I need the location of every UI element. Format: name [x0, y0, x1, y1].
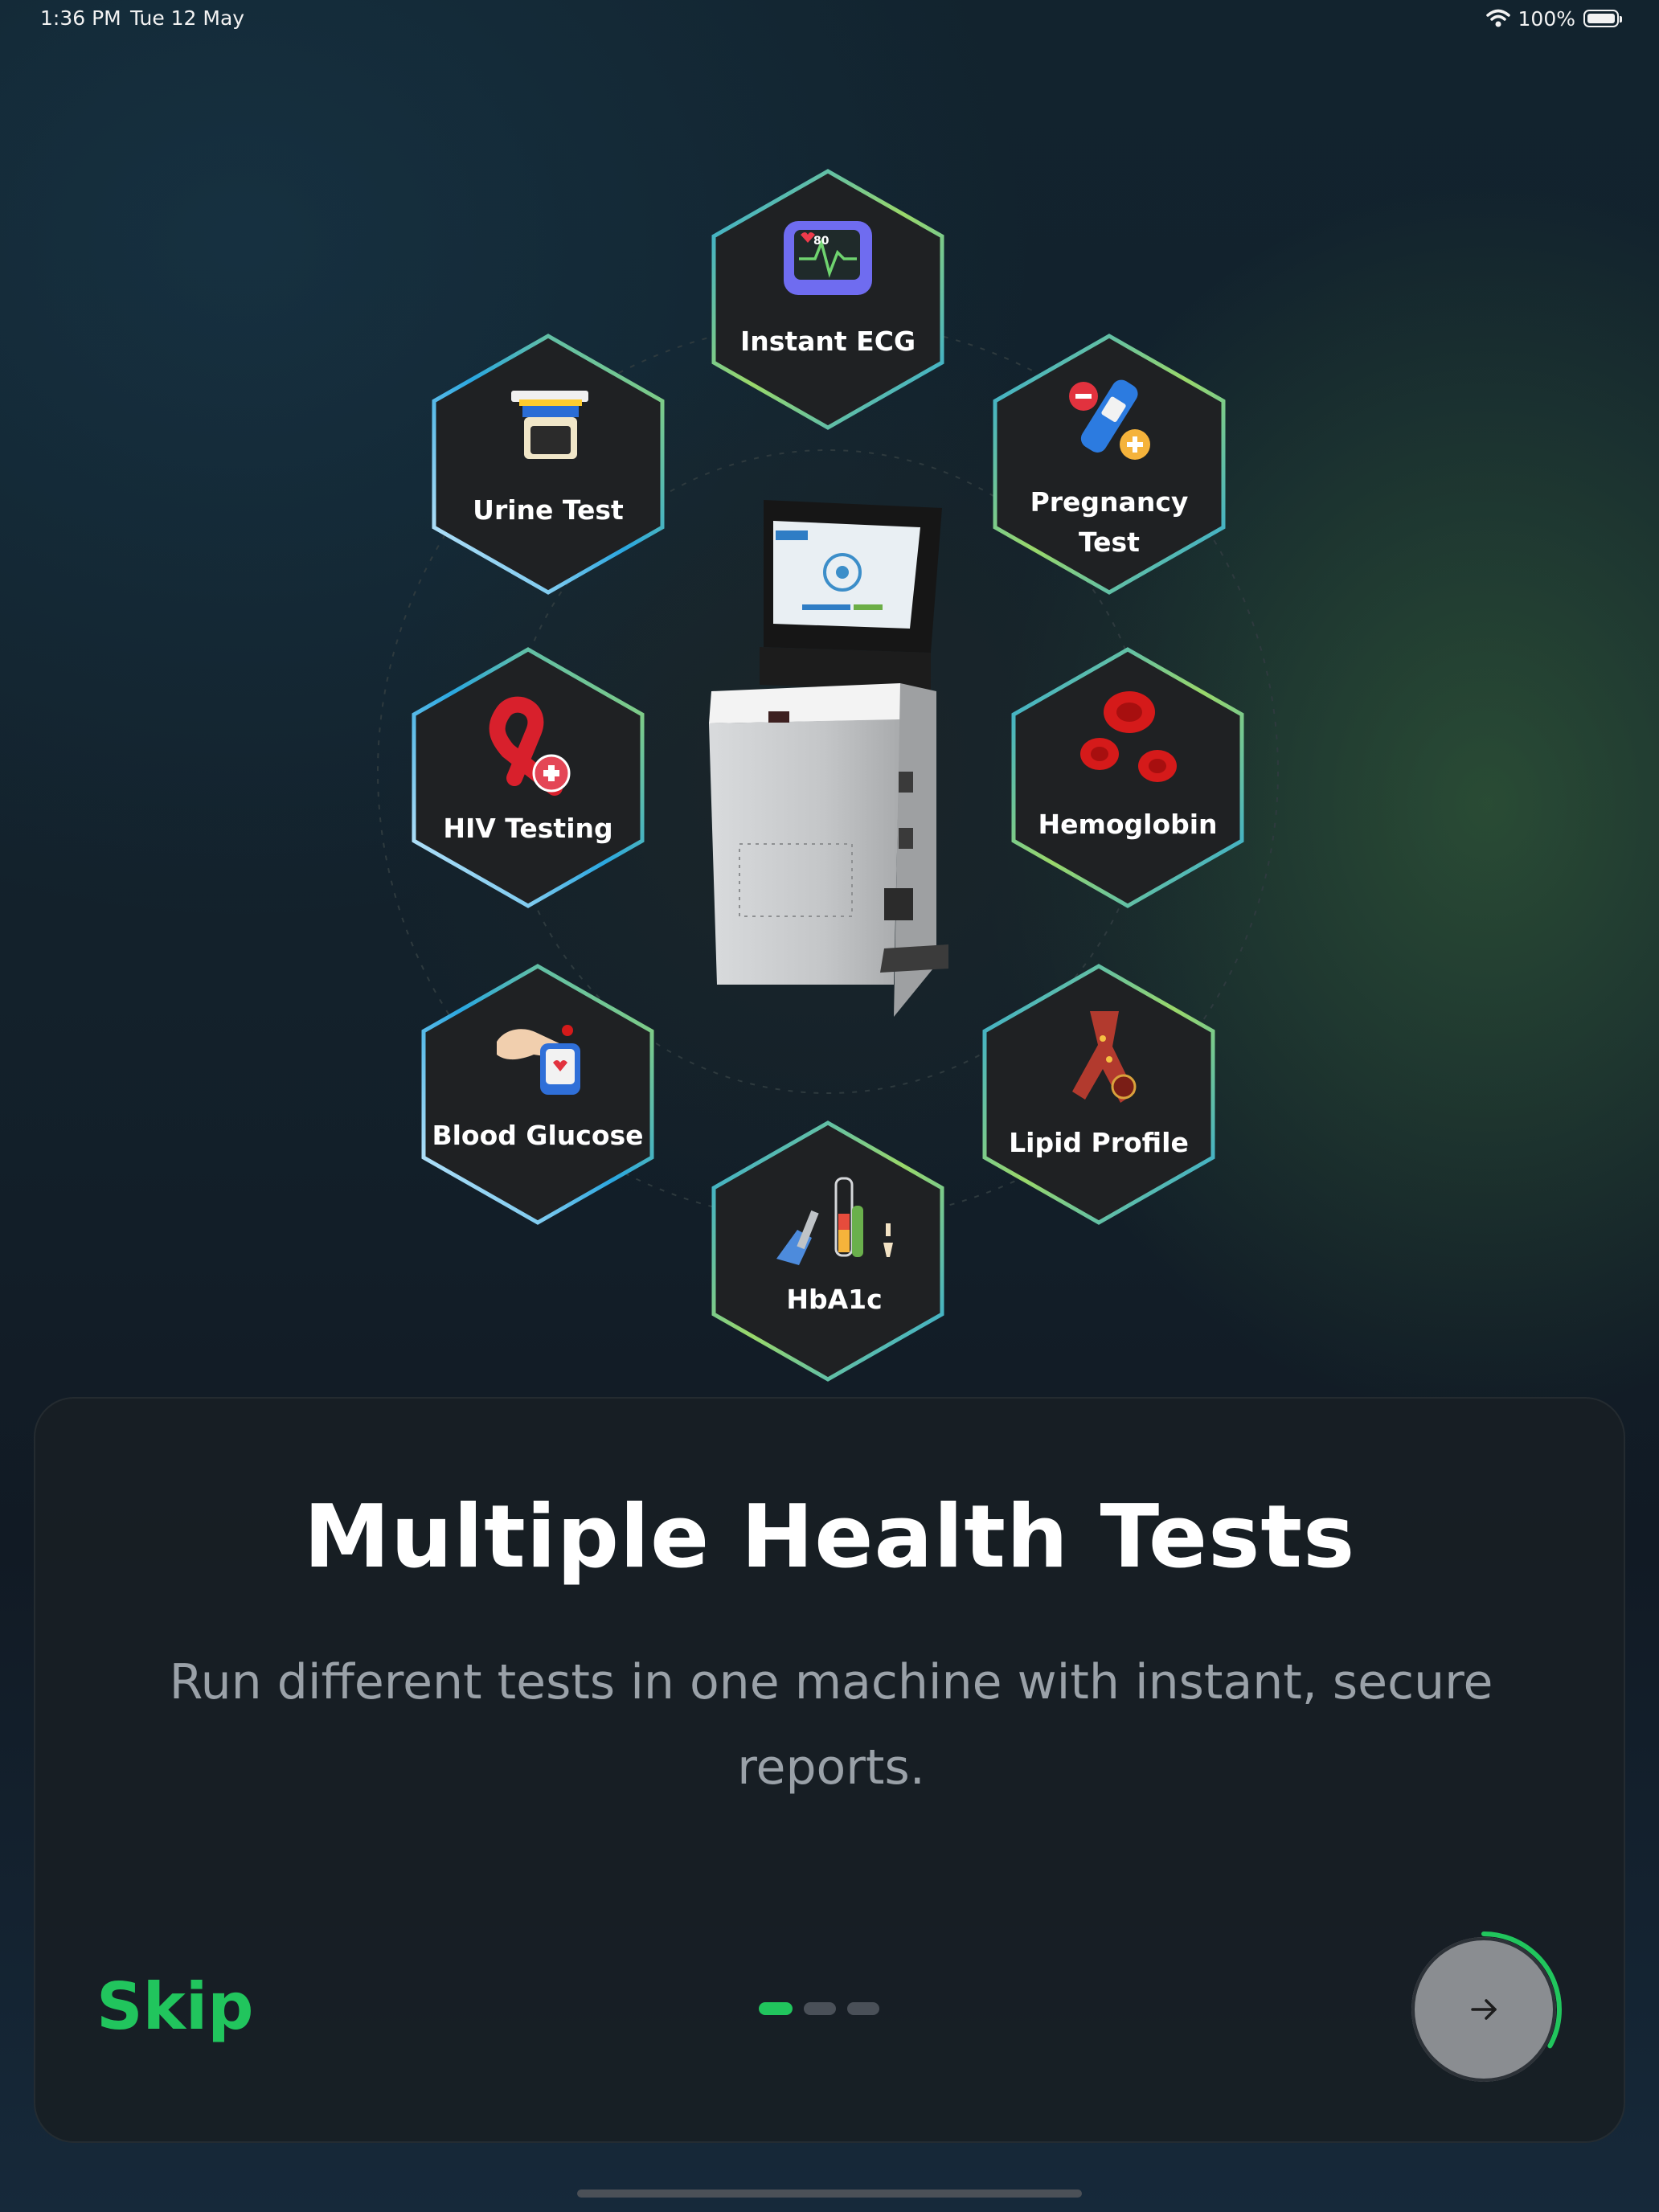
- test-label-lipid-profile: Lipid Profile: [1009, 1127, 1189, 1158]
- page-dot-3[interactable]: [847, 2002, 879, 2015]
- page-indicator: [759, 2002, 879, 2015]
- next-button-wrap: [1403, 1929, 1564, 2090]
- page-dot-1[interactable]: [759, 2002, 793, 2015]
- next-button[interactable]: [1411, 1937, 1556, 2082]
- test-label-instant-ecg: Instant ECG: [740, 326, 916, 357]
- test-label-hba1c: HbA1c: [786, 1284, 882, 1315]
- test-label-pregnancy-line2: Test: [1079, 526, 1140, 558]
- test-label-blood-glucose: Blood Glucose: [432, 1120, 643, 1151]
- test-label-pregnancy-line1: Pregnancy: [1030, 486, 1189, 518]
- onboarding-card: Multiple Health Tests Run different test…: [34, 1397, 1625, 2143]
- test-label-hemoglobin: Hemoglobin: [1038, 809, 1217, 840]
- home-indicator[interactable]: [577, 2189, 1082, 2198]
- ecg-monitor-icon: 80: [784, 221, 872, 295]
- arrow-right-icon: [1471, 1999, 1497, 2020]
- test-label-hiv-testing: HIV Testing: [443, 813, 612, 844]
- tests-illustration: 80 Instant ECG Urine Test Pregnancy Test: [377, 169, 1279, 1382]
- page-dot-2[interactable]: [804, 2002, 836, 2015]
- skip-button[interactable]: Skip: [96, 1969, 254, 2044]
- page-subtitle: Run different tests in one machine with …: [169, 1654, 1493, 1796]
- test-label-urine-test: Urine Test: [473, 494, 624, 526]
- page-title: Multiple Health Tests: [303, 1487, 1356, 1587]
- svg-text:80: 80: [813, 235, 830, 248]
